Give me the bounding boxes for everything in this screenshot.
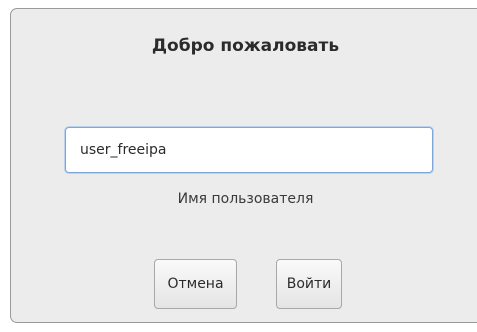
login-dialog: Добро пожаловать Имя пользователя Отмена… [10,8,477,323]
username-input[interactable] [65,127,433,173]
username-label: Имя пользователя [177,191,314,207]
login-button[interactable]: Войти [276,259,342,309]
cancel-button[interactable]: Отмена [154,259,237,309]
dialog-title: Добро пожаловать [151,36,340,56]
